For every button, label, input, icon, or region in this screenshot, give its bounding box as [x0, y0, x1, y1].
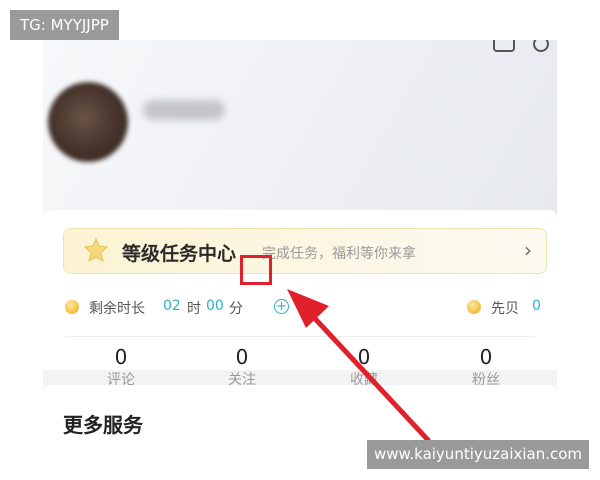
level-task-center-banner[interactable]: 等级任务中心 完成任务，福利等你来拿 ›: [63, 228, 547, 274]
watermark-bottom: www.kaiyuntiyuzaixian.com: [367, 440, 589, 469]
xianbei-label: 先贝: [491, 301, 519, 317]
stat-value: 0: [235, 345, 249, 369]
profile-card: 等级任务中心 完成任务，福利等你来拿 › 剩余时长 02 时 00 分 + 先贝…: [43, 210, 557, 388]
gear-icon[interactable]: [533, 40, 549, 52]
minutes-unit: 分: [229, 301, 243, 317]
stat-value: 0: [479, 345, 493, 369]
more-services-card: 更多服务: [43, 385, 557, 440]
divider: [65, 336, 535, 337]
bell-icon[interactable]: [493, 40, 515, 52]
xianbei-value[interactable]: 0: [532, 298, 541, 314]
app-screen: 等级任务中心 完成任务，福利等你来拿 › 剩余时长 02 时 00 分 + 先贝…: [43, 40, 557, 440]
minutes-value: 00: [206, 298, 224, 314]
profile-header: [43, 40, 557, 215]
level-banner-subtitle: 完成任务，福利等你来拿: [262, 246, 416, 262]
remaining-time-label: 剩余时长: [89, 301, 145, 317]
clock-coin-icon: [65, 300, 79, 314]
stat-value: 0: [357, 345, 371, 369]
hours-value: 02: [163, 298, 181, 314]
level-badge-icon: [83, 237, 109, 263]
xianbei-coin-icon: [467, 300, 481, 314]
chevron-right-icon: ›: [524, 238, 532, 262]
more-services-title: 更多服务: [63, 413, 143, 437]
avatar[interactable]: [48, 82, 128, 162]
username-blurred: [143, 100, 225, 120]
stat-value: 0: [114, 345, 128, 369]
hours-unit: 时: [187, 301, 201, 317]
add-time-button[interactable]: +: [274, 299, 289, 314]
watermark-top: TG: MYYJJPP: [10, 10, 119, 40]
level-banner-title: 等级任务中心: [122, 243, 237, 265]
remaining-time-row: 剩余时长 02 时 00 分 + 先贝 0: [65, 298, 545, 322]
